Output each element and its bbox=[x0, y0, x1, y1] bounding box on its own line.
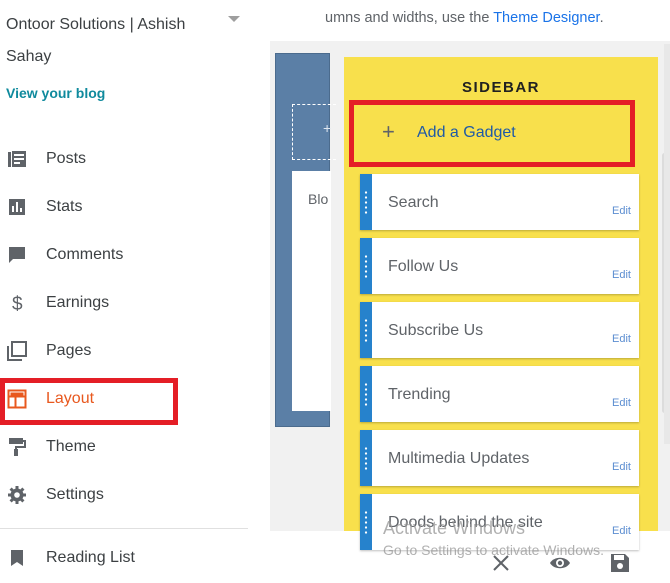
nav-item-label: Stats bbox=[46, 198, 83, 215]
paint-roller-icon bbox=[9, 438, 26, 456]
layout-notice: umns and widths, use the Theme Designer. bbox=[325, 9, 604, 27]
gadget-edit-link[interactable]: Edit bbox=[612, 205, 631, 217]
nav-item-reading-list[interactable]: Reading List bbox=[0, 538, 240, 578]
preview-eye-icon[interactable] bbox=[549, 552, 571, 574]
drag-handle-icon[interactable] bbox=[364, 510, 368, 534]
gadget-edit-link[interactable]: Edit bbox=[612, 333, 631, 345]
save-icon[interactable] bbox=[609, 552, 631, 574]
nav-item-posts[interactable]: Posts bbox=[0, 139, 240, 179]
svg-text:$: $ bbox=[12, 294, 23, 313]
drag-handle-icon[interactable] bbox=[364, 254, 368, 278]
layout-editor: umns and widths, use the Theme Designer.… bbox=[255, 0, 670, 583]
comments-icon bbox=[9, 247, 25, 263]
bookmark-icon bbox=[11, 550, 23, 566]
gadget-edit-link[interactable]: Edit bbox=[612, 269, 631, 281]
gadget-name: Trending bbox=[388, 386, 451, 403]
gadget-name: Search bbox=[388, 194, 439, 211]
nav-item-label: Earnings bbox=[46, 294, 110, 311]
activate-windows-title: Activate Windows bbox=[383, 518, 526, 538]
gadget-name: Multimedia Updates bbox=[388, 450, 530, 467]
gadget-name: Follow Us bbox=[388, 258, 459, 275]
posts-icon bbox=[8, 151, 26, 167]
nav-item-label: Posts bbox=[46, 150, 87, 167]
gadget-search[interactable]: Search Edit bbox=[360, 174, 639, 230]
nav-item-label: Reading List bbox=[46, 549, 135, 566]
nav-item-layout[interactable]: Layout bbox=[0, 379, 240, 419]
nav-item-comments[interactable]: Comments bbox=[0, 235, 240, 275]
nav-item-label: Settings bbox=[46, 486, 104, 503]
add-gadget-button[interactable]: + Add a Gadget bbox=[349, 100, 635, 167]
page-scrollbar[interactable] bbox=[664, 44, 670, 444]
blog-posts-gadget[interactable]: Blo bbox=[292, 171, 331, 411]
stats-icon bbox=[9, 199, 25, 215]
notice-text: umns and widths, use the bbox=[325, 10, 494, 26]
drag-handle-icon[interactable] bbox=[364, 446, 368, 470]
main-column: + Blo bbox=[275, 53, 336, 427]
gear-icon bbox=[8, 486, 26, 504]
drag-handle-icon[interactable] bbox=[364, 318, 368, 342]
nav-divider bbox=[0, 528, 248, 529]
nav-item-theme[interactable]: Theme bbox=[0, 427, 240, 467]
nav-item-label: Comments bbox=[46, 246, 124, 263]
gadget-name: Subscribe Us bbox=[388, 322, 484, 339]
nav-item-pages[interactable]: Pages bbox=[0, 331, 240, 371]
layout-canvas: + Blo SIDEBAR + Add a Gadget Search Edit… bbox=[270, 41, 670, 550]
pages-icon bbox=[7, 341, 27, 361]
plus-icon: + bbox=[382, 119, 395, 144]
nav-item-label: Layout bbox=[46, 390, 95, 407]
layout-icon bbox=[7, 389, 27, 409]
gadget-edit-link[interactable]: Edit bbox=[612, 461, 631, 473]
gadget-multimedia-updates[interactable]: Multimedia Updates Edit bbox=[360, 430, 639, 486]
view-blog-link[interactable]: View your blog bbox=[6, 85, 105, 101]
blog-switcher-caret-icon[interactable] bbox=[228, 16, 240, 22]
gadget-edit-link[interactable]: Edit bbox=[612, 397, 631, 409]
nav-item-settings[interactable]: Settings bbox=[0, 475, 240, 515]
nav-item-stats[interactable]: Stats bbox=[0, 187, 240, 227]
notice-suffix: . bbox=[599, 10, 604, 26]
gadget-trending[interactable]: Trending Edit bbox=[360, 366, 639, 422]
theme-designer-link[interactable]: Theme Designer bbox=[493, 10, 599, 26]
blogger-sidebar: Ontoor Solutions | Ashish Sahay View you… bbox=[0, 0, 255, 583]
blog-title[interactable]: Ontoor Solutions | Ashish Sahay bbox=[6, 9, 221, 73]
nav-item-label: Pages bbox=[46, 342, 92, 359]
sidebar-section: SIDEBAR + Add a Gadget Search Edit Follo… bbox=[344, 57, 658, 550]
gadget-edit-link[interactable]: Edit bbox=[612, 525, 631, 537]
dollar-icon: $ bbox=[12, 294, 23, 313]
close-icon[interactable] bbox=[490, 552, 512, 574]
gadget-follow-us[interactable]: Follow Us Edit bbox=[360, 238, 639, 294]
add-gadget-label: Add a Gadget bbox=[417, 124, 516, 141]
gadget-subscribe-us[interactable]: Subscribe Us Edit bbox=[360, 302, 639, 358]
drag-handle-icon[interactable] bbox=[364, 190, 368, 214]
nav-item-earnings[interactable]: $ Earnings bbox=[0, 283, 240, 323]
drag-handle-icon[interactable] bbox=[364, 382, 368, 406]
sidebar-section-title: SIDEBAR bbox=[461, 79, 540, 96]
nav-item-label: Theme bbox=[46, 438, 96, 455]
main-add-plus-icon: + bbox=[323, 120, 332, 136]
blog-posts-gadget-label: Blo bbox=[308, 191, 329, 207]
